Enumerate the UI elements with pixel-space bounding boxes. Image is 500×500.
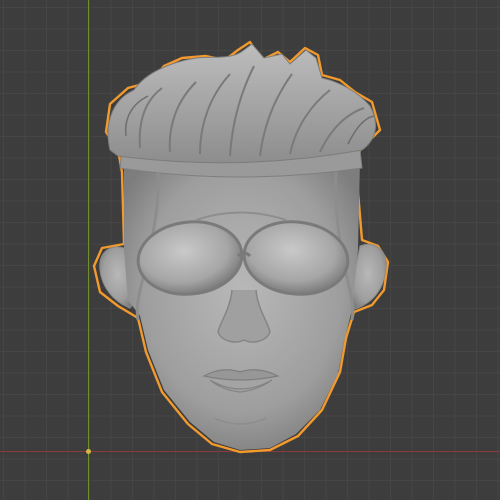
hair-spikes [107, 43, 377, 164]
sculpted-head-model[interactable] [0, 0, 500, 500]
upper-lip [202, 369, 280, 381]
3d-viewport[interactable] [0, 0, 500, 500]
